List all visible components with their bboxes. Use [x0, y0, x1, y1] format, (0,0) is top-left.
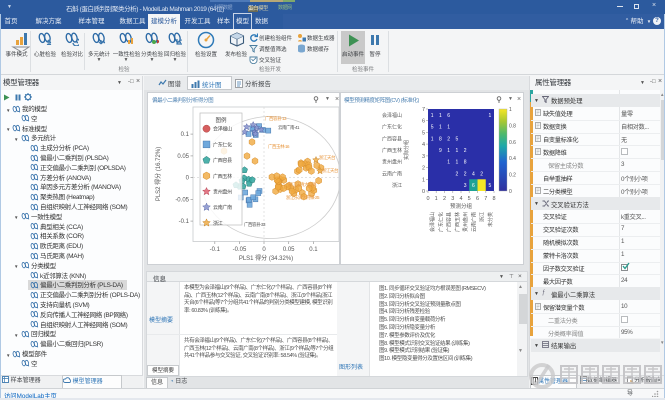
svg-text:0: 0 — [262, 247, 266, 253]
svg-text:浙江乐清大荆镇: 浙江乐清大荆镇 — [288, 181, 317, 188]
svg-text:1: 1 — [447, 148, 450, 154]
svg-text:0.2: 0.2 — [509, 173, 516, 179]
svg-text:1: 1 — [456, 160, 459, 166]
svg-text:会泽福山: 会泽福山 — [213, 126, 232, 133]
svg-text:浙江: 浙江 — [392, 182, 402, 189]
svg-text:2: 2 — [464, 171, 467, 177]
svg-text:0.8: 0.8 — [509, 123, 516, 129]
svg-text:0: 0 — [426, 196, 429, 202]
svg-text:会泽福山: 会泽福山 — [382, 112, 402, 119]
svg-text:1: 1 — [439, 113, 442, 119]
svg-text:浙江天台: 浙江天台 — [319, 154, 336, 161]
svg-text:0.05: 0.05 — [177, 154, 189, 160]
svg-text:PLS2 得分 (16.72%): PLS2 得分 (16.72%) — [154, 147, 162, 201]
svg-text:预测分组: 预测分组 — [450, 202, 473, 210]
svg-text:1: 1 — [435, 196, 438, 202]
svg-text:7: 7 — [422, 107, 425, 113]
svg-text:会泽福山: 会泽福山 — [429, 212, 436, 232]
svg-text:1: 1 — [509, 107, 512, 113]
svg-text:4: 4 — [459, 196, 462, 202]
svg-text:5: 5 — [489, 183, 492, 189]
svg-text:0: 0 — [509, 189, 512, 195]
svg-text:广西玉林: 广西玉林 — [454, 212, 461, 232]
svg-text:8: 8 — [492, 196, 495, 202]
svg-text:0: 0 — [186, 176, 190, 182]
svg-text:广西容县-33: 广西容县-33 — [244, 221, 266, 228]
svg-text:0.05: 0.05 — [283, 247, 295, 253]
svg-text:云南广南: 云南广南 — [213, 204, 232, 211]
svg-text:7: 7 — [484, 196, 487, 202]
svg-text:广西玉林: 广西玉林 — [213, 173, 232, 180]
svg-text:5: 5 — [431, 125, 434, 131]
svg-text:4: 4 — [422, 142, 425, 148]
svg-text:广东仁化: 广东仁化 — [382, 124, 402, 131]
svg-text:9: 9 — [439, 148, 442, 154]
svg-text:广西容县-13: 广西容县-13 — [265, 115, 287, 122]
svg-text:2: 2 — [422, 166, 425, 172]
svg-text:4: 4 — [472, 171, 475, 177]
svg-text:浙江: 浙江 — [479, 212, 486, 222]
svg-text:广西玉林: 广西玉林 — [382, 147, 402, 154]
svg-text:3: 3 — [451, 196, 454, 202]
svg-text:未分类: 未分类 — [487, 212, 494, 227]
svg-text:PLS1 得分 (34.32%): PLS1 得分 (34.32%) — [239, 254, 293, 262]
svg-text:2: 2 — [456, 171, 459, 177]
svg-text:浙江乐清大荆镇-25: 浙江乐清大荆镇-25 — [286, 194, 320, 201]
svg-text:贵州盘州: 贵州盘州 — [213, 189, 232, 196]
svg-text:浙江天台: 浙江天台 — [322, 167, 339, 174]
svg-text:5: 5 — [468, 196, 471, 202]
svg-text:2: 2 — [443, 196, 446, 202]
svg-text:云南广南-41: 云南广南-41 — [278, 124, 300, 131]
svg-text:2: 2 — [480, 171, 483, 177]
svg-text:贵州盘州: 贵州盘州 — [382, 159, 402, 166]
svg-text:云南广南: 云南广南 — [382, 170, 402, 177]
svg-text:广西容县: 广西容县 — [213, 157, 232, 164]
svg-text:2: 2 — [447, 136, 450, 142]
svg-text:1: 1 — [439, 125, 442, 131]
svg-text:8: 8 — [464, 160, 467, 166]
svg-text:0.1: 0.1 — [309, 247, 318, 253]
svg-text:云南广南: 云南广南 — [470, 212, 477, 232]
svg-text:-0.1: -0.1 — [210, 247, 221, 253]
svg-text:0.1: 0.1 — [181, 132, 190, 138]
svg-text:1: 1 — [431, 136, 434, 142]
svg-text:6: 6 — [447, 113, 450, 119]
svg-text:1: 1 — [431, 113, 434, 119]
svg-text:广东仁化: 广东仁化 — [437, 212, 444, 232]
svg-text:3: 3 — [422, 154, 425, 160]
svg-text:5: 5 — [456, 136, 459, 142]
svg-text:1: 1 — [447, 160, 450, 166]
svg-text:浙江: 浙江 — [213, 220, 223, 227]
svg-text:1: 1 — [422, 177, 425, 183]
svg-text:2: 2 — [464, 148, 467, 154]
svg-text:6: 6 — [476, 196, 479, 202]
svg-text:1: 1 — [447, 125, 450, 131]
svg-text:贵州盘州: 贵州盘州 — [462, 212, 469, 232]
svg-text:0.6: 0.6 — [509, 140, 516, 146]
svg-text:实际分组: 实际分组 — [403, 140, 410, 160]
svg-text:-0.05: -0.05 — [233, 247, 247, 253]
svg-text:-0.1: -0.1 — [179, 219, 190, 225]
svg-text:0: 0 — [422, 189, 425, 195]
svg-text:广西容县: 广西容县 — [382, 135, 402, 142]
svg-text:广西玉林-16: 广西玉林-16 — [268, 143, 290, 150]
svg-text:图例: 图例 — [215, 116, 227, 124]
svg-text:1: 1 — [456, 148, 459, 154]
svg-text:6: 6 — [472, 183, 475, 189]
svg-text:-0.05: -0.05 — [175, 197, 189, 203]
svg-text:8: 8 — [439, 136, 442, 142]
svg-text:广东仁化: 广东仁化 — [213, 141, 232, 148]
svg-text:0.4: 0.4 — [509, 156, 516, 162]
svg-text:5: 5 — [422, 130, 425, 136]
svg-text:6: 6 — [422, 119, 425, 125]
svg-text:3: 3 — [464, 183, 467, 189]
svg-text:1: 1 — [489, 113, 492, 119]
svg-text:广西容县: 广西容县 — [446, 212, 453, 232]
